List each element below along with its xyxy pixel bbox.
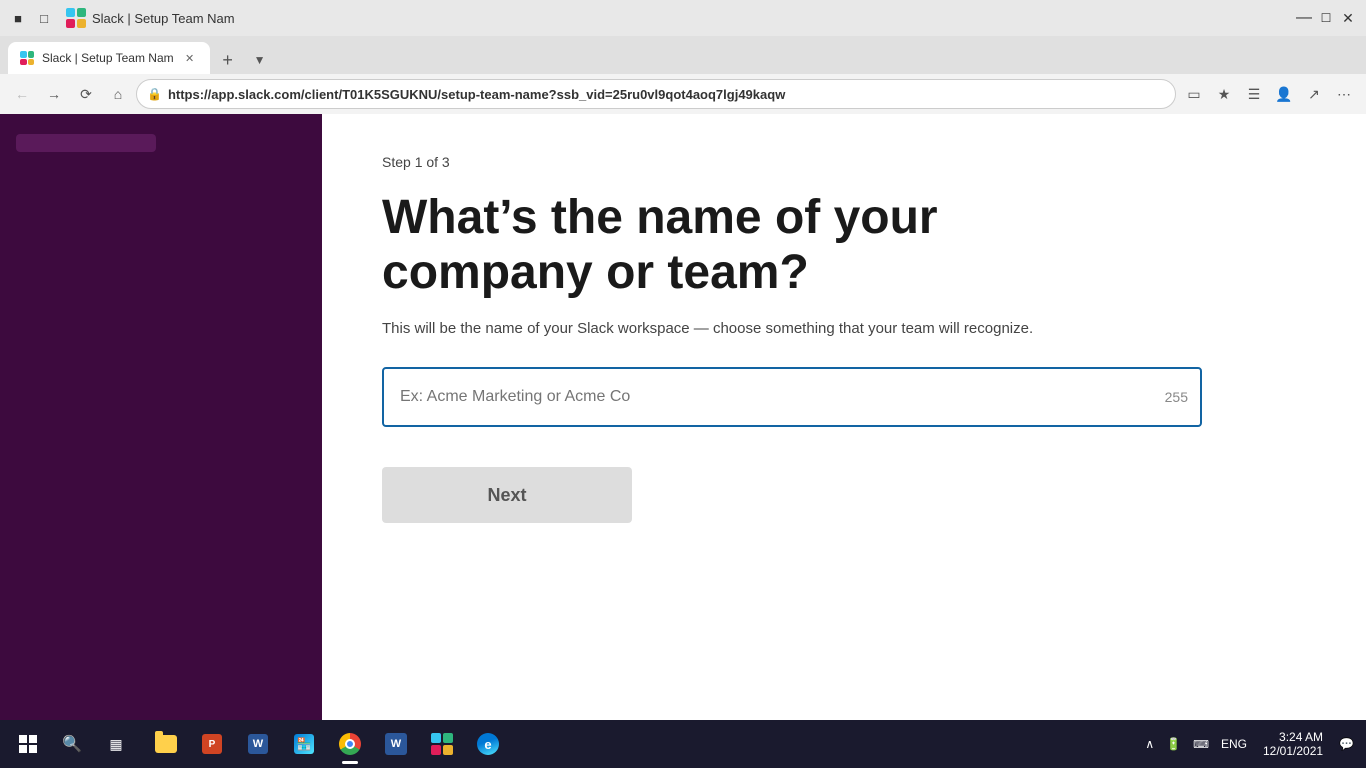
form-area: Step 1 of 3 What’s the name of your comp… [322, 114, 1366, 720]
main-heading: What’s the name of your company or team? [382, 190, 1202, 300]
tab-bar: Slack | Setup Team Nam ✕ + ▼ [0, 36, 1366, 74]
keyboard-icon: ⌨ [1193, 738, 1209, 751]
next-button-label: Next [487, 485, 526, 506]
workspace-name-input[interactable] [382, 367, 1202, 427]
battery-icon: 🔋 [1166, 737, 1181, 751]
taskbar-store[interactable]: 🏪 [282, 722, 326, 766]
taskbar-file-explorer[interactable] [144, 722, 188, 766]
nav-back-icon: ■ [8, 8, 28, 28]
taskbar-apps: P W 🏪 W [144, 722, 510, 766]
taskbar-powerpoint[interactable]: P [190, 722, 234, 766]
windows-icon [19, 735, 37, 753]
date-display: 12/01/2021 [1263, 744, 1323, 758]
folder-icon [155, 735, 177, 753]
title-bar: ■ □ Slack | Setup Team Nam — ☐ ✕ [0, 0, 1366, 36]
url-text: https://app.slack.com/client/T01K5SGUKNU… [168, 87, 1165, 102]
minimize-button[interactable]: — [1294, 8, 1314, 28]
tab-title: Slack | Setup Team Nam [42, 51, 174, 65]
url-bold-part: https://app.slack.com [168, 87, 301, 102]
heading-line1: What’s the name of your [382, 191, 938, 244]
taskbar-clock[interactable]: 3:24 AM 12/01/2021 [1255, 730, 1331, 758]
favorites-button[interactable]: ★ [1210, 80, 1238, 108]
search-icon: 🔍 [62, 734, 82, 754]
active-tab[interactable]: Slack | Setup Team Nam ✕ [8, 42, 210, 74]
taskbar: 🔍 ▦ P W 🏪 W [0, 720, 1366, 768]
more-button[interactable]: ⋯ [1330, 80, 1358, 108]
address-bar: ← → ⟳ ⌂ 🔒 https://app.slack.com/client/T… [0, 74, 1366, 114]
taskbar-keyboard-icon[interactable]: ⌨ [1189, 724, 1213, 764]
close-button[interactable]: ✕ [1338, 8, 1358, 28]
step-indicator: Step 1 of 3 [382, 154, 1306, 170]
back-button[interactable]: ← [8, 80, 36, 108]
collections-button[interactable]: ☰ [1240, 80, 1268, 108]
maximize-button[interactable]: ☐ [1316, 8, 1336, 28]
chevron-up-icon: ∧ [1145, 737, 1154, 751]
taskbar-slack[interactable] [420, 722, 464, 766]
lock-icon: 🔒 [147, 87, 162, 101]
title-bar-icons: ■ □ [8, 8, 54, 28]
profile-button[interactable]: 👤 [1270, 80, 1298, 108]
forward-button[interactable]: → [40, 80, 68, 108]
taskbar-chrome[interactable] [328, 722, 372, 766]
taskbar-search-button[interactable]: 🔍 [52, 724, 92, 764]
new-tab-button[interactable]: + [214, 46, 242, 74]
slack-sidebar [0, 114, 322, 720]
tab-favicon [20, 51, 34, 65]
split-tab-button[interactable]: ▭ [1180, 80, 1208, 108]
heading-line2: company or team? [382, 246, 809, 299]
input-container: 255 [382, 367, 1202, 427]
taskbar-chevron-button[interactable]: ∧ [1141, 724, 1158, 764]
time-display: 3:24 AM [1279, 730, 1323, 744]
taskbar-language[interactable]: ENG [1217, 724, 1251, 764]
ppt-icon: P [202, 734, 222, 754]
word-icon: W [248, 734, 268, 754]
url-path: /client/T01K5SGUKNU/setup-team-name?ssb_… [301, 87, 785, 102]
slack-taskbar-icon [431, 733, 453, 755]
store-icon: 🏪 [294, 734, 314, 754]
main-area: Step 1 of 3 What’s the name of your comp… [0, 114, 1366, 720]
refresh-button[interactable]: ⟳ [72, 80, 100, 108]
char-count: 255 [1165, 389, 1188, 405]
address-actions: ▭ ★ ☰ 👤 ↗ ⋯ [1180, 80, 1358, 108]
taskbar-word[interactable]: W [236, 722, 280, 766]
tab-dropdown-button[interactable]: ▼ [246, 46, 274, 74]
notification-icon: 💬 [1339, 737, 1354, 751]
word2-icon: W [385, 733, 407, 755]
task-view-button[interactable]: ▦ [96, 724, 136, 764]
language-label: ENG [1221, 737, 1247, 751]
start-button[interactable] [8, 724, 48, 764]
next-button[interactable]: Next [382, 467, 632, 523]
task-view-icon: ▦ [109, 736, 122, 753]
sub-text: This will be the name of your Slack work… [382, 320, 1202, 337]
taskbar-edge[interactable]: e [466, 722, 510, 766]
home-button[interactable]: ⌂ [104, 80, 132, 108]
taskbar-battery-icon[interactable]: 🔋 [1162, 724, 1185, 764]
url-bar[interactable]: 🔒 https://app.slack.com/client/T01K5SGUK… [136, 79, 1176, 109]
tab-close-button[interactable]: ✕ [182, 50, 198, 66]
slack-favicon [66, 8, 86, 28]
edge-icon: e [477, 733, 499, 755]
taskbar-word2[interactable]: W [374, 722, 418, 766]
share-button[interactable]: ↗ [1300, 80, 1328, 108]
sidebar-placeholder [16, 134, 156, 152]
tab-title-text: Slack | Setup Team Nam [92, 11, 235, 26]
nav-forward-icon: □ [34, 8, 54, 28]
chrome-icon [339, 733, 361, 755]
taskbar-right: ∧ 🔋 ⌨ ENG 3:24 AM 12/01/2021 💬 [1141, 724, 1358, 764]
taskbar-notifications-button[interactable]: 💬 [1335, 724, 1358, 764]
